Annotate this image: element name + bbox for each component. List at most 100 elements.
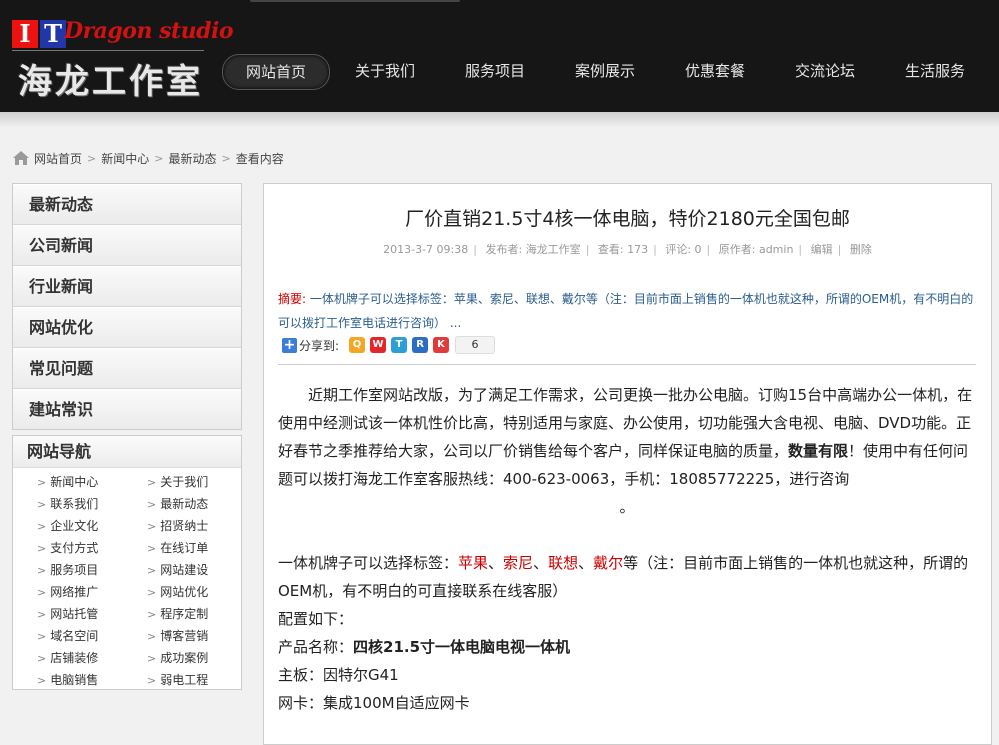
site-nav-link[interactable]: > 域名空间 [37,625,147,647]
chevron-right-icon: > [87,151,97,165]
site-nav-link[interactable]: > 店铺装修 [37,647,147,669]
chevron-right-icon: > [147,564,157,577]
delete-link[interactable]: 删除 [850,243,872,256]
site-nav-link[interactable]: > 在线订单 [147,537,257,559]
header-shadow-band [0,112,999,128]
chevron-right-icon: > [147,586,157,599]
nav-item-about[interactable]: 关于我们 [330,54,440,88]
site-nav-link[interactable]: > 程序定制 [147,603,257,625]
logo-chinese-name: 海龙工作室 [18,62,203,102]
site-logo[interactable]: I T Dragon studio 海龙工作室 [12,18,234,102]
renren-icon[interactable]: R [412,337,429,353]
logo-divider [12,50,204,51]
weibo-icon[interactable]: W [370,337,387,353]
chevron-right-icon: > [221,151,231,165]
sidebar-item-seo[interactable]: 网站优化 [13,307,241,348]
meta-date: 2013-3-7 09:38 [383,243,469,256]
chevron-right-icon: > [147,520,157,533]
meta-publisher: 发布者: 海龙工作室 [485,243,581,256]
site-nav-link[interactable]: > 网站建设 [147,559,257,581]
meta-comments[interactable]: 评论: 0 [665,243,701,256]
nav-item-packages[interactable]: 优惠套餐 [660,54,770,88]
site-nav-link[interactable]: > 弱电工程 [147,669,257,691]
site-nav-link[interactable]: > 电脑销售 [37,669,147,691]
sidebar-item-latest-news[interactable]: 最新动态 [13,184,241,225]
header-top-tab [250,0,460,2]
chevron-right-icon: > [37,674,47,687]
site-nav-link[interactable]: > 关于我们 [147,471,257,493]
site-nav-link[interactable]: > 支付方式 [37,537,147,559]
nav-item-home[interactable]: 网站首页 [222,54,330,90]
site-nav-link[interactable]: > 联系我们 [37,493,147,515]
spec-nic: 网卡：集成100M自适应网卡 [278,694,470,712]
logo-it-badge: I T [12,20,66,48]
chevron-right-icon: > [147,542,157,555]
kaixin-icon[interactable]: K [433,337,450,353]
brand-tag[interactable]: 联想 [548,554,578,572]
share-bar: + 分享到: Q W T R K 6 [282,336,496,354]
nav-item-life-services[interactable]: 生活服务 [880,54,990,88]
sidebar-item-industry-news[interactable]: 行业新闻 [13,266,241,307]
breadcrumb-home[interactable]: 网站首页 [34,150,82,167]
nav-item-forum[interactable]: 交流论坛 [770,54,880,88]
meta-author: 原作者: admin [718,243,794,256]
qzone-icon[interactable]: Q [349,337,366,353]
brand-tag[interactable]: 戴尔 [593,554,623,572]
breadcrumb: 网站首页 > 新闻中心 > 最新动态 > 查看内容 [12,148,284,168]
share-plus-icon[interactable]: + [282,337,297,353]
chevron-right-icon: > [147,608,157,621]
chevron-right-icon: > [147,674,157,687]
sidebar-item-company-news[interactable]: 公司新闻 [13,225,241,266]
logo-letter-i: I [12,20,38,48]
site-nav-link[interactable]: > 服务项目 [37,559,147,581]
logo-dragon-studio: Dragon studio [64,18,234,44]
brand-tag[interactable]: 索尼 [503,554,533,572]
chevron-right-icon: > [37,564,47,577]
chevron-right-icon: > [147,652,157,665]
article-divider [278,364,976,365]
site-nav-link[interactable]: > 最新动态 [147,493,257,515]
site-header: I T Dragon studio 海龙工作室 网站首页 关于我们 服务项目 案… [0,0,999,112]
chevron-right-icon: > [37,498,47,511]
share-label[interactable]: 分享到: [299,337,339,354]
home-icon[interactable] [12,150,30,166]
tencent-weibo-icon[interactable]: T [391,337,408,353]
product-name: 四核21.5寸一体电脑电视一体机 [353,638,571,656]
sidebar-item-site-tips[interactable]: 建站常识 [13,389,241,429]
site-nav-links: > 新闻中心 > 关于我们 > 联系我们 > 最新动态 > 企业文化 > 招贤纳士 > 支付方… [13,468,241,691]
spec-board: 主板：因特尔G41 [278,666,399,684]
site-nav-link[interactable]: > 招贤纳士 [147,515,257,537]
article-summary: 摘要: 一体机牌子可以选择标签：苹果、索尼、联想、戴尔等（注：目前市面上销售的一… [278,287,978,335]
article-paragraph-end: 。 [619,498,635,516]
breadcrumb-latest-news[interactable]: 最新动态 [168,150,216,167]
sidebar-item-faq[interactable]: 常见问题 [13,348,241,389]
article-title: 厂价直销21.5寸4核一体电脑，特价2180元全国包邮 [405,208,850,230]
nav-item-services[interactable]: 服务项目 [440,54,550,88]
summary-text: 一体机牌子可以选择标签：苹果、索尼、联想、戴尔等（注：目前市面上销售的一体机也就… [278,292,974,330]
chevron-right-icon: > [154,151,164,165]
site-nav-link[interactable]: > 企业文化 [37,515,147,537]
chevron-right-icon: > [37,630,47,643]
site-nav-link[interactable]: > 成功案例 [147,647,257,669]
site-nav-link[interactable]: > 网站托管 [37,603,147,625]
chevron-right-icon: > [37,542,47,555]
summary-label: 摘要: [278,292,307,306]
chevron-right-icon: > [147,498,157,511]
article-paragraph-intro: 近期工作室网站改版，为了满足工作需求，公司更换一批办公电脑。订购15台中高端办公… [278,386,973,488]
chevron-right-icon: > [147,630,157,643]
brand-tag[interactable]: 苹果 [458,554,488,572]
site-nav-link[interactable]: > 网络推广 [37,581,147,603]
article-paragraph-brands: 一体机牌子可以选择标签：苹果、索尼、联想、戴尔等（注：目前市面上销售的一体机也就… [278,554,969,600]
site-nav-link[interactable]: > 博客营销 [147,625,257,647]
site-nav-title: 网站导航 [13,436,241,468]
edit-link[interactable]: 编辑 [811,243,833,256]
site-nav-link[interactable]: > 网站优化 [147,581,257,603]
product-name-line: 产品名称：四核21.5寸一体电脑电视一体机 [278,638,571,656]
logo-letter-t: T [40,20,66,48]
chevron-right-icon: > [37,476,47,489]
site-nav-link[interactable]: > 新闻中心 [37,471,147,493]
chevron-right-icon: > [37,520,47,533]
nav-item-cases[interactable]: 案例展示 [550,54,660,88]
chevron-right-icon: > [37,652,47,665]
breadcrumb-news-center[interactable]: 新闻中心 [101,150,149,167]
